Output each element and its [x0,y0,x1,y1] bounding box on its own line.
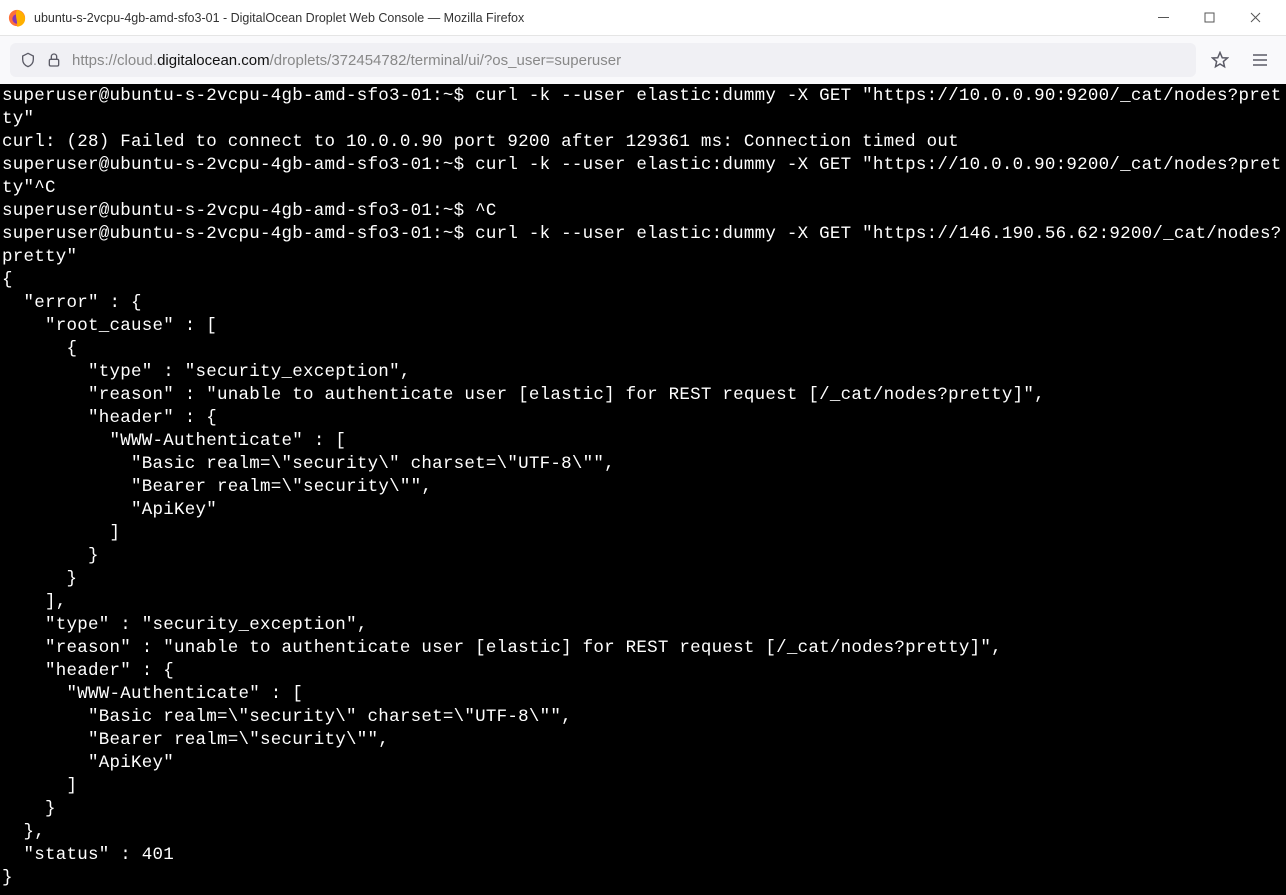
lock-icon[interactable] [46,52,62,68]
url-input-wrap[interactable]: https://cloud.digitalocean.com/droplets/… [10,43,1196,77]
window-controls [1140,3,1278,33]
shield-icon[interactable] [20,52,36,68]
bookmark-button[interactable] [1204,44,1236,76]
window-title: ubuntu-s-2vcpu-4gb-amd-sfo3-01 - Digital… [34,11,1140,25]
window-titlebar: ubuntu-s-2vcpu-4gb-amd-sfo3-01 - Digital… [0,0,1286,36]
terminal-output[interactable]: superuser@ubuntu-s-2vcpu-4gb-amd-sfo3-01… [0,84,1286,895]
minimize-button[interactable] [1140,3,1186,33]
address-bar: https://cloud.digitalocean.com/droplets/… [0,36,1286,84]
url-domain: digitalocean.com [157,52,270,69]
url-protocol: https:// [72,52,117,69]
firefox-icon [8,9,26,27]
maximize-button[interactable] [1186,3,1232,33]
url-path: /droplets/372454782/terminal/ui/?os_user… [270,52,621,69]
url-text: https://cloud.digitalocean.com/droplets/… [72,52,621,69]
hamburger-menu-button[interactable] [1244,44,1276,76]
close-button[interactable] [1232,3,1278,33]
url-sub: cloud. [117,52,157,69]
